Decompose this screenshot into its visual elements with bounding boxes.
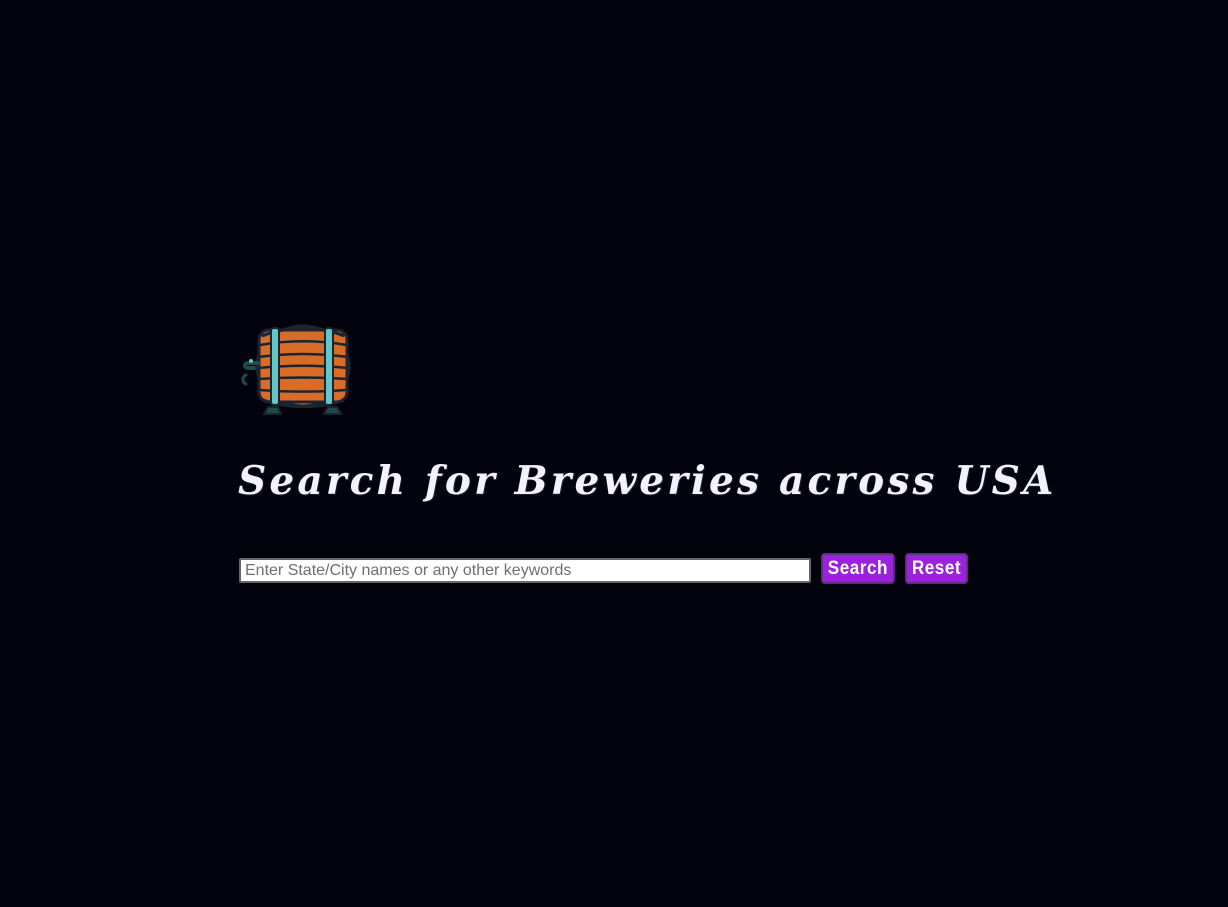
page-title: Search for Breweries across USA (238, 458, 1057, 504)
search-form: Search Reset (239, 553, 969, 587)
brewery-logo (236, 318, 358, 416)
reset-button[interactable]: Reset (905, 553, 968, 584)
search-button[interactable]: Search (821, 553, 895, 584)
search-input[interactable] (239, 558, 811, 583)
beer-barrel-icon (241, 324, 351, 415)
